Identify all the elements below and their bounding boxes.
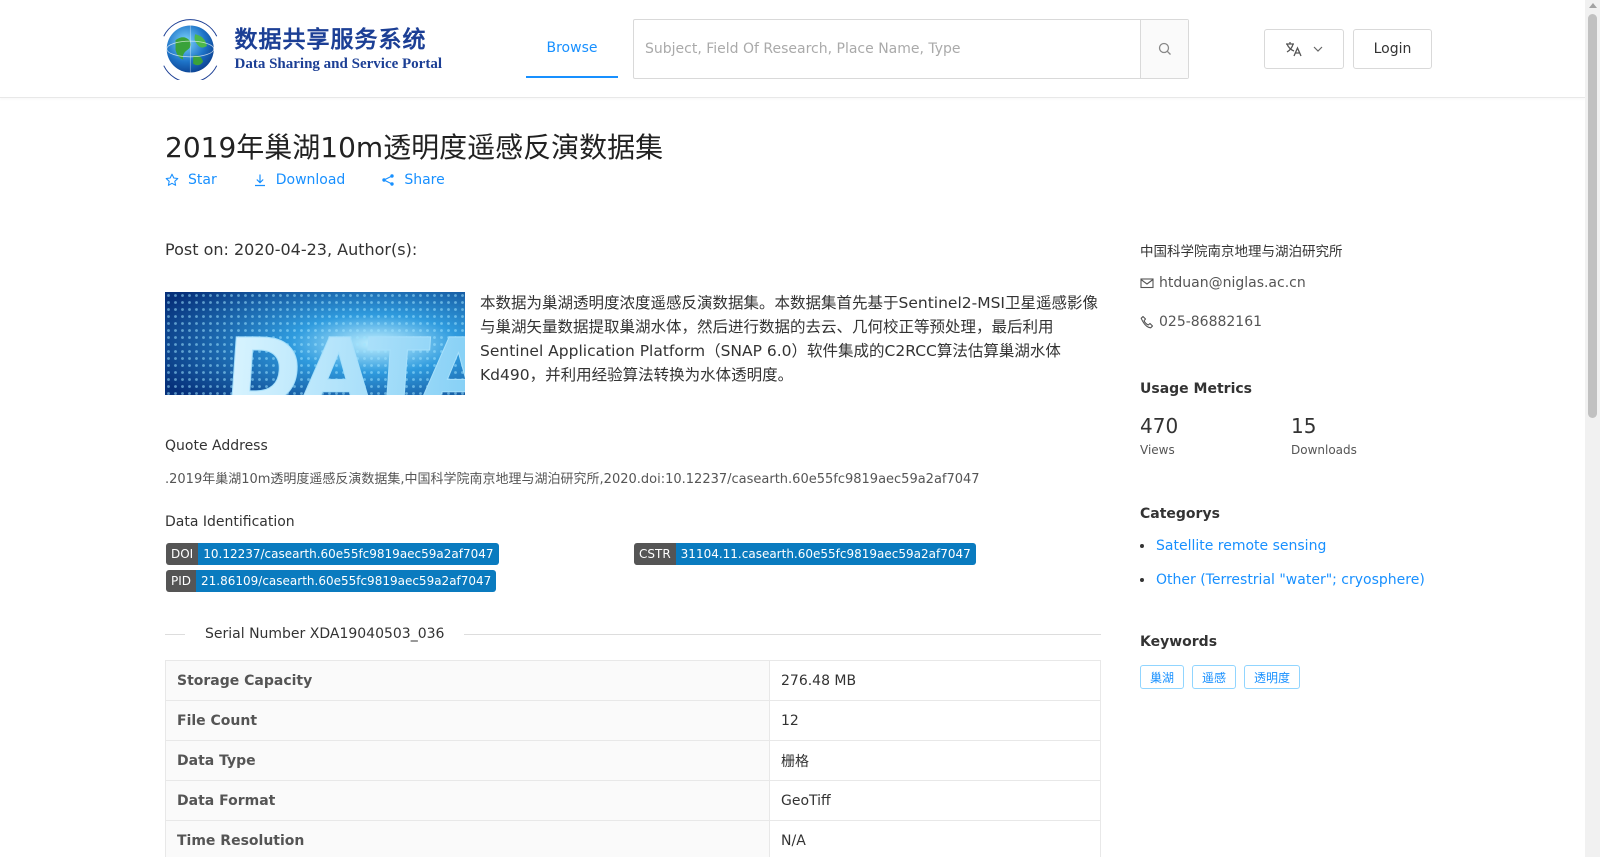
globe-logo-icon <box>163 19 218 80</box>
table-key: Time Resolution <box>165 820 770 857</box>
doi-value: 10.12237/casearth.60e55fc9819aec59a2af70… <box>198 543 499 565</box>
table-row: Data Type 栅格 <box>165 740 1101 781</box>
search-button[interactable] <box>1140 20 1188 78</box>
table-key: Data Format <box>165 780 770 821</box>
category-label: Other (Terrestrial "water"; cryosphere) <box>1156 572 1425 588</box>
cstr-tag[interactable]: CSTR 31104.11.casearth.60e55fc9819aec59a… <box>634 543 976 565</box>
nav-browse-tab[interactable]: Browse <box>526 20 618 78</box>
cstr-value: 31104.11.casearth.60e55fc9819aec59a2af70… <box>675 543 976 565</box>
categories-title: Categorys <box>1140 506 1220 522</box>
data-identification-label: Data Identification <box>165 514 295 530</box>
views-label: Views <box>1140 443 1175 457</box>
share-icon <box>381 173 395 187</box>
phone-text: 025-86882161 <box>1159 314 1263 330</box>
table-key: Data Type <box>165 740 770 781</box>
keyword-tag[interactable]: 透明度 <box>1244 665 1301 689</box>
login-button[interactable]: Login <box>1353 29 1432 69</box>
table-value: GeoTiff <box>769 780 1101 821</box>
dataset-title: 2019年巢湖10m透明度遥感反演数据集 <box>165 131 664 164</box>
doi-key: DOI <box>166 543 199 565</box>
keyword-tag[interactable]: 巢湖 <box>1140 665 1185 689</box>
site-logo[interactable]: 数据共享服务系统 Data Sharing and Service Portal <box>152 18 442 80</box>
pid-tag[interactable]: PID 21.86109/casearth.60e55fc9819aec59a2… <box>166 570 497 592</box>
divider-line-right <box>464 633 1101 635</box>
dataset-thumbnail: DATA <box>165 292 465 395</box>
table-row: File Count 12 <box>165 700 1101 741</box>
table-row: Data Format GeoTiff <box>165 780 1101 821</box>
organization-name: 中国科学院南京地理与湖泊研究所 <box>1140 244 1343 260</box>
phone-icon <box>1140 315 1154 329</box>
share-label: Share <box>404 172 445 188</box>
views-count: 470 <box>1140 414 1179 438</box>
search-icon <box>1158 42 1171 55</box>
search-bar <box>633 19 1189 79</box>
table-value: 12 <box>769 700 1101 741</box>
mail-icon <box>1140 276 1154 290</box>
scroll-up-arrow-icon[interactable] <box>1589 3 1597 8</box>
dataset-actions: Star Download Share <box>165 172 481 188</box>
table-value: N/A <box>769 820 1101 857</box>
cstr-key: CSTR <box>634 543 676 565</box>
post-date-author: Post on: 2020-04-23, Author(s): <box>165 240 418 259</box>
contact-phone: 025-86882161 <box>1140 314 1262 330</box>
table-value: 栅格 <box>769 740 1101 781</box>
download-icon <box>253 173 267 187</box>
logo-cn-title: 数据共享服务系统 <box>234 27 427 53</box>
table-key: File Count <box>165 700 770 741</box>
keyword-tag[interactable]: 遥感 <box>1192 665 1237 689</box>
star-label: Star <box>188 172 217 188</box>
language-switcher[interactable] <box>1264 29 1344 69</box>
page-scrollbar[interactable] <box>1585 0 1600 857</box>
serial-number-divider: Serial Number XDA19040503_036 <box>165 624 1101 644</box>
table-key: Storage Capacity <box>165 660 770 701</box>
doi-tag[interactable]: DOI 10.12237/casearth.60e55fc9819aec59a2… <box>166 543 499 565</box>
table-value: 276.48 MB <box>769 660 1101 701</box>
table-row: Time Resolution N/A <box>165 820 1101 857</box>
data-word: DATA <box>222 319 465 395</box>
category-item[interactable]: Satellite remote sensing <box>1140 538 1326 554</box>
contact-email[interactable]: htduan@niglas.ac.cn <box>1140 275 1306 291</box>
downloads-count: 15 <box>1291 414 1317 438</box>
dataset-info-table: Storage Capacity 276.48 MB File Count 12… <box>165 660 1101 857</box>
star-button[interactable]: Star <box>165 172 217 188</box>
top-header: 数据共享服务系统 Data Sharing and Service Portal… <box>0 0 1585 98</box>
email-text: htduan@niglas.ac.cn <box>1159 275 1306 291</box>
dataset-description: 本数据为巢湖透明度浓度遥感反演数据集。本数据集首先基于Sentinel2-MSI… <box>480 294 1098 384</box>
pid-key: PID <box>166 570 197 592</box>
pid-value: 21.86109/casearth.60e55fc9819aec59a2af70… <box>196 570 497 592</box>
download-button[interactable]: Download <box>253 172 346 188</box>
category-item[interactable]: Other (Terrestrial "water"; cryosphere) <box>1140 572 1425 588</box>
table-row: Storage Capacity 276.48 MB <box>165 660 1101 701</box>
translate-icon <box>1286 42 1302 57</box>
download-label: Download <box>275 172 346 188</box>
search-input[interactable] <box>634 20 1140 78</box>
category-label: Satellite remote sensing <box>1156 538 1327 554</box>
keywords-title: Keywords <box>1140 634 1218 650</box>
logo-text: 数据共享服务系统 Data Sharing and Service Portal <box>235 25 443 73</box>
bullet-icon <box>1140 578 1144 582</box>
chevron-down-icon <box>1313 46 1323 52</box>
share-button[interactable]: Share <box>381 172 445 188</box>
quote-address-label: Quote Address <box>165 438 268 454</box>
usage-metrics-title: Usage Metrics <box>1140 381 1252 397</box>
quote-address-text: .2019年巢湖10m透明度遥感反演数据集,中国科学院南京地理与湖泊研究所,20… <box>165 472 980 487</box>
serial-number: Serial Number XDA19040503_036 <box>205 626 445 642</box>
bullet-icon <box>1140 544 1144 548</box>
divider-line-left <box>165 633 185 635</box>
logo-en-title: Data Sharing and Service Portal <box>234 56 443 72</box>
data-banner-image: DATA <box>165 292 465 395</box>
star-icon <box>165 173 179 187</box>
downloads-label: Downloads <box>1291 443 1357 457</box>
scrollbar-thumb[interactable] <box>1588 14 1597 418</box>
